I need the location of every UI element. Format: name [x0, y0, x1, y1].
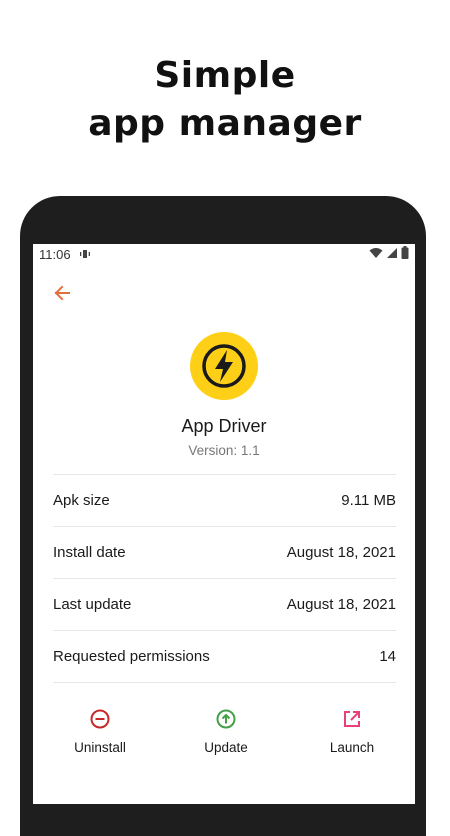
update-button[interactable]: Update	[163, 708, 289, 755]
back-button[interactable]	[49, 280, 75, 306]
detail-value: August 18, 2021	[286, 596, 396, 613]
app-name: App Driver	[181, 416, 267, 436]
minus-circle-icon	[90, 709, 110, 729]
action-bar: Uninstall Update Launch	[33, 708, 415, 755]
detail-value: 14	[379, 648, 396, 665]
lightning-bolt-icon	[190, 332, 258, 400]
app-details-list: Apk size 9.11 MB Install date August 18,…	[53, 474, 396, 683]
launch-label: Launch	[329, 740, 375, 755]
detail-label: Last update	[53, 596, 132, 613]
battery-icon	[401, 246, 409, 262]
detail-value: August 18, 2021	[286, 544, 396, 561]
open-external-icon	[344, 711, 360, 727]
detail-label: Requested permissions	[53, 648, 210, 665]
signal-icon	[386, 247, 398, 262]
arrow-up-circle-icon	[216, 709, 236, 729]
phone-screen: 11:06 App Driver Version: 1.1 Apk size 9…	[33, 244, 415, 804]
wifi-icon	[369, 247, 383, 262]
detail-label: Apk size	[53, 492, 110, 509]
detail-value: 9.11 MB	[341, 492, 396, 509]
vibrate-icon	[79, 247, 91, 262]
status-bar: 11:06	[33, 244, 415, 264]
headline: Simple app manager	[0, 52, 450, 148]
uninstall-button[interactable]: Uninstall	[33, 708, 163, 755]
headline-line-2: app manager	[88, 103, 362, 144]
app-version: Version: 1.1	[188, 443, 260, 458]
app-icon	[190, 332, 258, 400]
detail-row-install-date: Install date August 18, 2021	[53, 526, 396, 578]
detail-row-apk-size: Apk size 9.11 MB	[53, 474, 396, 526]
detail-row-permissions[interactable]: Requested permissions 14	[53, 630, 396, 683]
detail-label: Install date	[53, 544, 126, 561]
uninstall-label: Uninstall	[74, 740, 126, 755]
status-time: 11:06	[39, 246, 71, 262]
arrow-left-icon	[54, 285, 70, 301]
update-label: Update	[204, 740, 248, 755]
launch-button[interactable]: Launch	[289, 708, 415, 755]
detail-row-last-update: Last update August 18, 2021	[53, 578, 396, 630]
headline-line-1: Simple	[154, 55, 296, 96]
